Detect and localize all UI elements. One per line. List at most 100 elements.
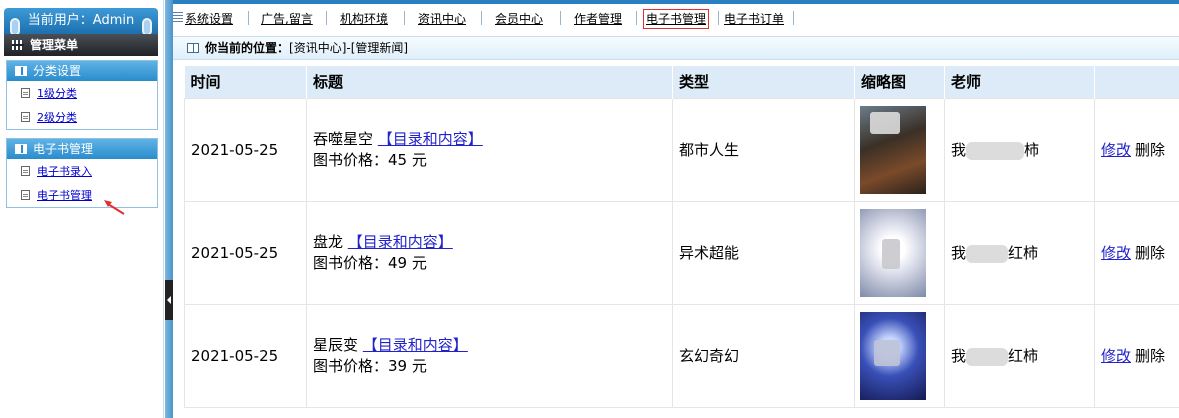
cell-time: 2021-05-25 — [184, 97, 307, 202]
table-row: 2021-05-25 吞噬星空 【目录和内容】 图书价格：45 元 都市人生 我… — [184, 97, 1179, 202]
nav-separator — [248, 11, 249, 25]
teacher-name-end: 柿 — [1024, 141, 1040, 159]
collapse-sidebar-button[interactable] — [165, 280, 173, 320]
book-cover-image — [860, 105, 926, 194]
chevron-left-icon — [167, 296, 171, 304]
sidebar-link-level1[interactable]: 1级分类 — [37, 87, 77, 100]
group-title-label: 分类设置 — [33, 64, 82, 78]
current-user-label: 当前用户：Admin — [27, 13, 135, 28]
sidebar: 当前用户：Admin 管理菜单 分类设置 1级分类 2级分类 电子书管理 电子书… — [0, 0, 164, 418]
nav-separator — [636, 11, 637, 25]
book-price: 图书价格：45 元 — [313, 150, 427, 169]
nav-ebook-manage[interactable]: 电子书管理 — [643, 9, 710, 29]
col-header-actions — [1094, 66, 1179, 98]
sidebar-item-level1[interactable]: 1级分类 — [7, 81, 157, 105]
main-content: 时间 标题 类型 缩略图 老师 2021-05-25 吞噬星空 【目录和内容】 … — [184, 66, 1179, 408]
delete-link[interactable]: 删除 — [1135, 244, 1165, 262]
edit-link[interactable]: 修改 — [1101, 347, 1131, 365]
teacher-name-start: 我 — [951, 141, 967, 159]
location-bar: 你当前的位置：[资讯中心]-[管理新闻] — [173, 36, 1179, 60]
cell-thumbnail — [854, 200, 945, 305]
nav-author-manage[interactable]: 作者管理 — [574, 10, 622, 30]
cell-actions: 修改 删除 — [1094, 303, 1179, 408]
table-row: 2021-05-25 盘龙 【目录和内容】 图书价格：49 元 异术超能 我 红柿… — [184, 200, 1179, 305]
grid-icon — [12, 40, 24, 50]
cell-title: 盘龙 【目录和内容】 图书价格：49 元 — [306, 200, 673, 305]
book-price: 图书价格：39 元 — [313, 356, 427, 375]
nav-ebook-orders[interactable]: 电子书订单 — [724, 10, 784, 30]
ebook-table: 时间 标题 类型 缩略图 老师 2021-05-25 吞噬星空 【目录和内容】 … — [184, 66, 1179, 408]
cell-type: 玄幻奇幻 — [672, 303, 855, 408]
annotation-arrow-icon — [104, 200, 125, 215]
edit-link[interactable]: 修改 — [1101, 141, 1131, 159]
col-header-thumbnail: 缩略图 — [854, 66, 945, 98]
nav-separator — [718, 11, 719, 25]
nav-separator — [560, 11, 561, 25]
contents-link[interactable]: 【目录和内容】 — [348, 233, 453, 251]
book-cover-image — [860, 311, 926, 400]
redacted-mask — [966, 141, 1025, 160]
nav-system-settings[interactable]: 系统设置 — [185, 10, 233, 30]
location-path: [资讯中心]-[管理新闻] — [289, 41, 409, 55]
book-icon — [15, 144, 27, 154]
col-header-time: 时间 — [184, 66, 307, 98]
nav-org-environment[interactable]: 机构环境 — [340, 10, 388, 30]
cell-teacher: 我 红柿 — [944, 303, 1095, 408]
book-title: 吞噬星空 — [313, 129, 374, 148]
nav-separator — [481, 11, 482, 25]
teacher-name-end: 红柿 — [1008, 244, 1039, 262]
redacted-mask — [966, 347, 1009, 366]
nav-separator — [326, 11, 327, 25]
table-row: 2021-05-25 星辰变 【目录和内容】 图书价格：39 元 玄幻奇幻 我 红… — [184, 303, 1179, 408]
book-title: 盘龙 — [313, 232, 344, 251]
cell-teacher: 我柿 — [944, 97, 1095, 202]
redacted-mask — [966, 244, 1009, 263]
nav-separator — [793, 11, 794, 25]
location-prefix: 你当前的位置： — [205, 41, 290, 55]
delete-link[interactable]: 删除 — [1135, 141, 1165, 159]
cell-actions: 修改 删除 — [1094, 97, 1179, 202]
cell-teacher: 我 红柿 — [944, 200, 1095, 305]
book-title: 星辰变 — [313, 335, 359, 354]
sidebar-item-ebook-manage[interactable]: 电子书管理 — [7, 183, 157, 207]
nav-news-center[interactable]: 资讯中心 — [418, 10, 466, 30]
menu-header: 管理菜单 — [4, 34, 158, 56]
document-icon — [21, 190, 30, 200]
group-title-category[interactable]: 分类设置 — [7, 61, 157, 81]
nav-separator — [404, 11, 405, 25]
document-icon — [21, 88, 30, 98]
delete-link[interactable]: 删除 — [1135, 347, 1165, 365]
table-header-row: 时间 标题 类型 缩略图 老师 — [184, 66, 1179, 98]
book-cover-image — [860, 208, 926, 297]
group-title-ebook[interactable]: 电子书管理 — [7, 139, 157, 159]
nav-ads-messages[interactable]: 广告,留言 — [261, 10, 313, 30]
cell-type: 异术超能 — [672, 200, 855, 305]
group-title-label: 电子书管理 — [33, 142, 94, 156]
cell-type: 都市人生 — [672, 97, 855, 202]
sidebar-group-category: 分类设置 1级分类 2级分类 — [6, 60, 158, 130]
sidebar-item-level2[interactable]: 2级分类 — [7, 105, 157, 129]
document-icon — [21, 112, 30, 122]
sidebar-link-ebook-entry[interactable]: 电子书录入 — [37, 165, 92, 178]
book-price: 图书价格：49 元 — [313, 253, 427, 272]
teacher-name-start: 我 — [951, 347, 967, 365]
teacher-name-start: 我 — [951, 244, 967, 262]
col-header-teacher: 老师 — [944, 66, 1095, 98]
sidebar-group-ebook: 电子书管理 电子书录入 电子书管理 — [6, 138, 158, 208]
col-header-type: 类型 — [672, 66, 855, 98]
edit-link[interactable]: 修改 — [1101, 244, 1131, 262]
cell-thumbnail — [854, 303, 945, 408]
top-nav: 系统设置 广告,留言 机构环境 资讯中心 会员中心 作者管理 电子书管理 电子书… — [173, 0, 1179, 36]
sidebar-link-ebook-manage[interactable]: 电子书管理 — [37, 189, 92, 202]
sidebar-item-ebook-entry[interactable]: 电子书录入 — [7, 159, 157, 183]
nav-member-center[interactable]: 会员中心 — [495, 10, 543, 30]
sidebar-link-level2[interactable]: 2级分类 — [37, 111, 77, 124]
cell-thumbnail — [854, 97, 945, 202]
menu-header-label: 管理菜单 — [30, 38, 79, 52]
contents-link[interactable]: 【目录和内容】 — [378, 130, 483, 148]
book-icon — [15, 66, 27, 76]
cell-title: 星辰变 【目录和内容】 图书价格：39 元 — [306, 303, 673, 408]
contents-link[interactable]: 【目录和内容】 — [363, 336, 468, 354]
sidebar-splitter[interactable] — [165, 0, 173, 418]
cell-title: 吞噬星空 【目录和内容】 图书价格：45 元 — [306, 97, 673, 202]
